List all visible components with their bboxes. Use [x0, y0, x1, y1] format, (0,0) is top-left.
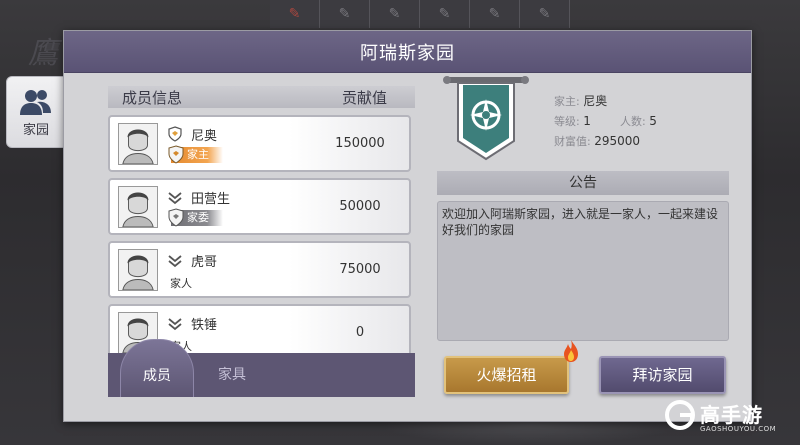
level-label: 等级:	[554, 115, 580, 128]
background-tab-icon: ✎	[320, 0, 370, 28]
leader-info: 家主: 尼奥	[554, 92, 607, 109]
flame-icon	[564, 340, 578, 362]
tab-members[interactable]: 成员	[120, 339, 194, 397]
visit-home-button[interactable]: 拜访家园	[599, 356, 726, 394]
role-badge: 家主	[168, 145, 223, 164]
wealth-info: 财富值: 295000	[554, 133, 640, 149]
member-name: 虎哥	[191, 255, 218, 270]
notice-title: 公告	[437, 171, 729, 195]
leader-shield-icon	[168, 126, 182, 142]
level-info: 等级: 1	[554, 113, 591, 129]
member-row[interactable]: 尼奥 家主 150000	[108, 115, 411, 172]
contribution-value: 150000	[335, 136, 385, 151]
contribution-value: 75000	[339, 262, 381, 277]
contribution-column-header: 贡献值	[341, 88, 387, 107]
role-label: 家主	[187, 148, 209, 161]
role-shield-icon	[168, 208, 184, 227]
family-panel: 阿瑞斯家园 成员信息 贡献值 尼奥 家主 150000 田营生 家委 50000…	[63, 30, 752, 422]
panel-title: 阿瑞斯家园	[360, 42, 455, 64]
avatar	[118, 186, 158, 228]
role-badge: 家委	[168, 208, 223, 227]
member-name: 尼奥	[191, 129, 218, 144]
background-tab-icon: ✎	[270, 0, 320, 28]
notice-text: 欢迎加入阿瑞斯家园，进入就是一家人，一起来建设好我们的家园	[437, 201, 729, 341]
avatar	[118, 249, 158, 291]
chevron-rank-icon	[168, 318, 182, 331]
member-count-value: 5	[649, 114, 657, 128]
watermark-logo-icon	[665, 400, 695, 430]
wealth-label: 财富值:	[554, 135, 591, 148]
watermark-text: 高手游	[700, 403, 763, 427]
member-info-column-header: 成员信息	[122, 88, 183, 107]
watermark-url: GAOSHOUYOU.COM	[700, 425, 777, 433]
background-title-fragment: 鷹	[28, 36, 58, 71]
chevron-rank-icon	[168, 192, 182, 205]
background-top-tabs: ✎ ✎ ✎ ✎ ✎ ✎	[270, 0, 570, 28]
role-shield-icon	[168, 145, 184, 164]
contribution-value: 50000	[339, 199, 381, 214]
member-count-label: 人数:	[620, 115, 646, 128]
panel-header: 阿瑞斯家园	[64, 31, 751, 73]
watermark: 高手游 GAOSHOUYOU.COM	[664, 399, 794, 439]
member-name: 田营生	[191, 192, 231, 207]
member-count-info: 人数: 5	[620, 113, 657, 129]
background-tab-icon: ✎	[470, 0, 520, 28]
leader-value: 尼奥	[583, 94, 608, 108]
tab-furniture[interactable]: 家具	[218, 353, 246, 397]
role-label: 家人	[170, 277, 192, 290]
background-tab-icon: ✎	[370, 0, 420, 28]
member-row[interactable]: 虎哥 家人 75000	[108, 241, 411, 298]
recruit-button[interactable]: 火爆招租	[444, 356, 569, 394]
bottom-tab-bar: 成员 家具	[108, 339, 415, 397]
group-icon	[20, 89, 51, 115]
member-list-header: 成员信息 贡献值	[108, 86, 415, 108]
chevron-rank-icon	[168, 255, 182, 268]
leader-label: 家主:	[554, 95, 580, 108]
family-emblem-banner	[443, 76, 529, 161]
side-tab-label: 家园	[22, 122, 49, 138]
background-tab-icon: ✎	[420, 0, 470, 28]
level-value: 1	[583, 114, 591, 128]
avatar	[118, 123, 158, 165]
member-list[interactable]: 尼奥 家主 150000 田营生 家委 50000 虎哥 家人 75000 铁锤…	[108, 115, 415, 355]
background-tab-icon: ✎	[520, 0, 570, 28]
role-label: 家委	[187, 211, 209, 224]
side-tab-home[interactable]: 家园	[6, 76, 66, 148]
member-name: 铁锤	[191, 318, 218, 333]
wealth-value: 295000	[594, 134, 641, 148]
contribution-value: 0	[355, 325, 365, 340]
member-row[interactable]: 田营生 家委 50000	[108, 178, 411, 235]
